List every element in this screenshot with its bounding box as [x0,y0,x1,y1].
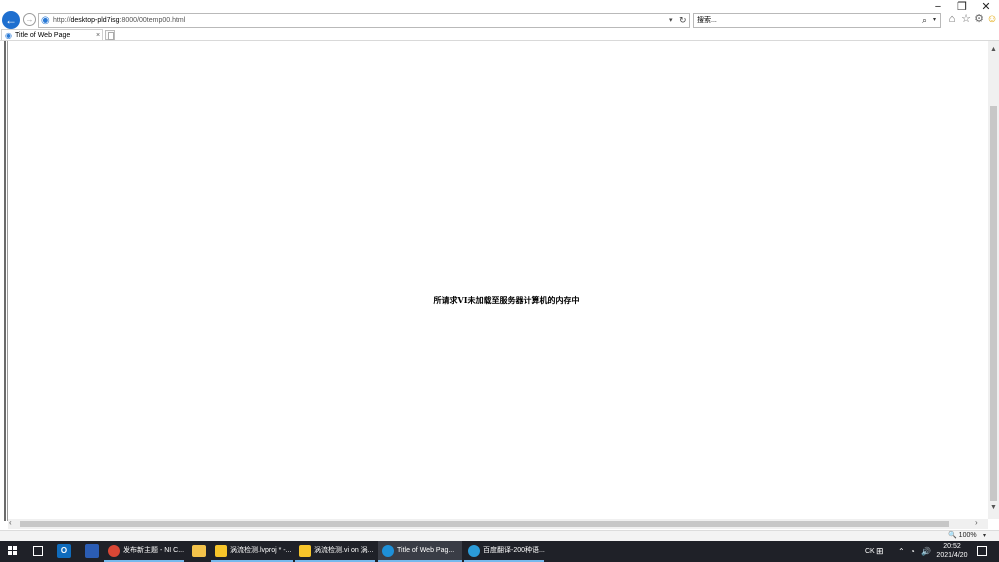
vertical-scroll-thumb[interactable] [990,106,997,501]
taskbar-item-labview-vi[interactable]: 涡流检测.vi on 涡... [295,541,375,562]
zoom-value: 100% [958,532,977,539]
address-url[interactable]: http://desktop-pld7isg:8000/00temp00.htm… [53,14,185,27]
home-icon[interactable]: ⌂ [946,13,958,26]
ime-icon[interactable]: ⊞ [876,541,884,562]
taskbar-item-label: 涡流检测.vi on 涡... [314,547,374,554]
internet-explorer-icon [382,545,394,557]
search-icon[interactable]: ⌕ [922,14,927,27]
gear-icon[interactable]: ⚙ [973,13,985,26]
task-view-icon[interactable] [33,546,43,556]
horizontal-scrollbar[interactable]: ‹ › [8,518,988,529]
clock-date: 2021/4/20 [936,552,968,559]
taskbar-item-label: Title of Web Pag... [397,547,455,554]
back-icon[interactable]: ← [2,11,20,29]
search-dropdown-icon[interactable]: ▾ [933,14,936,27]
clock-time: 20:52 [943,543,961,550]
new-tab-icon[interactable] [105,30,115,40]
search-placeholder[interactable]: 搜索... [697,14,717,27]
taskbar-item-edge[interactable]: 百度翻译-200种语... [464,541,545,562]
vertical-scrollbar[interactable]: ▲ ▼ [988,41,999,519]
network-icon[interactable]: ◔ [910,541,915,562]
volume-icon[interactable]: 🔊 [921,541,931,562]
scroll-right-icon[interactable]: › [975,518,978,527]
zoom-dropdown-icon[interactable]: ▾ [983,531,986,541]
edge-icon [468,545,480,557]
taskbar-item-label: 涡流检测.lvproj * -... [230,547,292,554]
error-message: 所请求VI未加载至服务器计算机的内存中 [433,295,580,305]
page-content: 所请求VI未加载至服务器计算机的内存中 ▲ ▼ ‹ › [0,41,999,530]
outlook-icon[interactable]: O [57,544,71,558]
forward-icon[interactable]: → [23,13,36,26]
smiley-icon[interactable]: ☺ [986,13,998,26]
star-icon[interactable]: ☆ [960,13,972,26]
taskbar-item-label: 百度翻译-200种语... [483,547,545,554]
labview-icon [215,545,227,557]
navigation-bar: ← → ◉ http://desktop-pld7isg:8000/00temp… [0,10,999,30]
page-icon: ◉ [41,15,50,26]
address-dropdown-icon[interactable]: ▾ [669,14,673,27]
taskbar-item-internet-explorer[interactable]: Title of Web Pag... [378,541,462,562]
address-bar[interactable]: ◉ http://desktop-pld7isg:8000/00temp00.h… [38,13,690,28]
notes-app-icon[interactable] [85,544,99,558]
zoom-level[interactable]: 🔍 100% [948,531,977,541]
system-clock[interactable]: 20:52 2021/4/20 [934,542,970,560]
scroll-up-icon[interactable]: ▲ [988,46,999,53]
scroll-left-icon[interactable]: ‹ [9,518,12,527]
status-bar: 🔍 100% ▾ [0,530,999,541]
scroll-down-icon[interactable]: ▼ [988,504,999,511]
taskbar-item-label: 发布新主题 - NI C... [123,547,185,554]
notification-center-icon[interactable] [977,546,987,556]
search-box[interactable]: 搜索... ⌕ ▾ [693,13,941,28]
taskbar-item-chrome[interactable]: 发布新主题 - NI C... [104,541,184,562]
labview-icon [299,545,311,557]
frame-border [4,41,8,521]
ime-mode-indicator[interactable]: CK [865,541,875,562]
show-hidden-icons-icon[interactable]: ⌃ [898,541,905,562]
url-host: desktop-pld7isg [70,17,120,24]
horizontal-scroll-thumb[interactable] [20,521,949,527]
windows-start-icon[interactable] [8,546,18,556]
taskbar-item-labview-project[interactable]: 涡流检测.lvproj * -... [211,541,293,562]
url-prefix: http:// [53,17,71,24]
chrome-icon [108,545,120,557]
url-path: :8000/00temp00.html [119,17,186,24]
file-explorer-icon[interactable] [192,545,206,557]
refresh-icon[interactable]: ↻ [679,14,687,27]
taskbar: O 发布新主题 - NI C... 涡流检测.lvproj * -... 涡流检… [0,541,999,562]
